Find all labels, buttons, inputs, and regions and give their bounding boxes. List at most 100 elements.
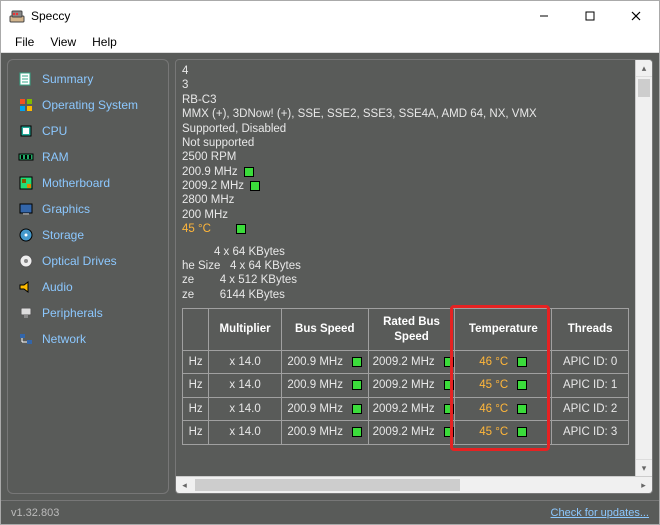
check-updates-link[interactable]: Check for updates...: [551, 507, 649, 519]
sidebar-item-label: Summary: [42, 72, 93, 86]
info-clock-1: 200.9 MHz: [182, 165, 629, 179]
info-temp: 45 °C: [182, 222, 629, 236]
temp-chip-icon: [517, 427, 527, 437]
cell-temp: 46 °C: [455, 397, 552, 420]
ram-icon: [18, 149, 34, 165]
cell-rated: 2009.2 MHz: [368, 374, 455, 397]
close-button[interactable]: [613, 1, 659, 31]
info-line: Supported, Disabled: [182, 122, 629, 136]
titlebar: Speccy: [1, 1, 659, 31]
info-cache: ze 6144 KBytes: [182, 288, 629, 302]
menu-help[interactable]: Help: [84, 33, 125, 51]
cell-bus: 200.9 MHz: [281, 351, 368, 374]
cell-rated: 2009.2 MHz: [368, 351, 455, 374]
sidebar-item-label: CPU: [42, 124, 67, 138]
app-icon: [9, 8, 25, 24]
maximize-button[interactable]: [567, 1, 613, 31]
cell-rated: 2009.2 MHz: [368, 421, 455, 444]
menu-view[interactable]: View: [42, 33, 84, 51]
sidebar-item-motherboard[interactable]: Motherboard: [12, 170, 164, 196]
info-cache: ze 4 x 512 KBytes: [182, 273, 629, 287]
sidebar-item-graphics[interactable]: Graphics: [12, 196, 164, 222]
motherboard-icon: [18, 175, 34, 191]
info-line: 3: [182, 78, 629, 92]
temp-chip-icon: [352, 380, 362, 390]
horizontal-scrollbar[interactable]: ◂ ▸: [176, 476, 652, 493]
info-clock-2: 2009.2 MHz: [182, 179, 629, 193]
scroll-up-arrow-icon[interactable]: ▴: [636, 60, 652, 77]
sidebar-item-summary[interactable]: Summary: [12, 66, 164, 92]
sidebar-item-peripherals[interactable]: Peripherals: [12, 300, 164, 326]
network-icon: [18, 331, 34, 347]
scroll-thumb[interactable]: [638, 79, 650, 97]
os-icon: [18, 97, 34, 113]
main-area: Summary Operating System CPU RAM Motherb…: [1, 53, 659, 500]
cell-hz: Hz: [183, 351, 209, 374]
sidebar-item-storage[interactable]: Storage: [12, 222, 164, 248]
info-clock-4: 200 MHz: [182, 208, 629, 222]
temp-chip-icon: [444, 357, 454, 367]
sidebar-item-label: RAM: [42, 150, 69, 164]
vertical-scrollbar[interactable]: ▴ ▾: [635, 60, 652, 476]
sidebar-item-network[interactable]: Network: [12, 326, 164, 352]
info-line: 4: [182, 64, 629, 78]
cell-temp: 46 °C: [455, 351, 552, 374]
table-row[interactable]: Hz x 14.0 200.9 MHz 2009.2 MHz 45 °C API…: [183, 421, 629, 444]
cell-mult: x 14.0: [209, 351, 282, 374]
storage-icon: [18, 227, 34, 243]
sidebar-item-ram[interactable]: RAM: [12, 144, 164, 170]
table-row[interactable]: Hz x 14.0 200.9 MHz 2009.2 MHz 46 °C API…: [183, 351, 629, 374]
temp-chip-icon: [517, 404, 527, 414]
minimize-button[interactable]: [521, 1, 567, 31]
cpu-icon: [18, 123, 34, 139]
statusbar: v1.32.803 Check for updates...: [1, 500, 659, 524]
info-cache: he Size 4 x 64 KBytes: [182, 259, 629, 273]
col-rated-bus-speed: Rated Bus Speed: [368, 309, 455, 351]
temp-chip-icon: [517, 357, 527, 367]
sidebar-item-audio[interactable]: Audio: [12, 274, 164, 300]
info-clock-3: 2800 MHz: [182, 193, 629, 207]
temp-chip-icon: [444, 404, 454, 414]
info-line: RB-C3: [182, 93, 629, 107]
content-wrap: 4 3 RB-C3 MMX (+), 3DNow! (+), SSE, SSE2…: [175, 59, 653, 494]
cell-temp: 45 °C: [455, 421, 552, 444]
scroll-down-arrow-icon[interactable]: ▾: [636, 459, 652, 476]
sidebar-item-label: Operating System: [42, 98, 138, 112]
cell-mult: x 14.0: [209, 374, 282, 397]
sidebar-item-label: Motherboard: [42, 176, 110, 190]
sidebar: Summary Operating System CPU RAM Motherb…: [7, 59, 169, 494]
table-row[interactable]: Hz x 14.0 200.9 MHz 2009.2 MHz 46 °C API…: [183, 397, 629, 420]
info-line: 2500 RPM: [182, 150, 629, 164]
menu-file[interactable]: File: [7, 33, 42, 51]
graphics-icon: [18, 201, 34, 217]
col-multiplier: Multiplier: [209, 309, 282, 351]
col-threads: Threads: [552, 309, 629, 351]
sidebar-item-os[interactable]: Operating System: [12, 92, 164, 118]
temp-chip-icon: [444, 380, 454, 390]
temp-chip-icon: [352, 357, 362, 367]
cores-table: Multiplier Bus Speed Rated Bus Speed Tem…: [182, 308, 629, 445]
cores-table-area: Multiplier Bus Speed Rated Bus Speed Tem…: [182, 308, 629, 445]
scroll-right-arrow-icon[interactable]: ▸: [635, 477, 652, 493]
scroll-left-arrow-icon[interactable]: ◂: [176, 477, 193, 493]
col-blank: [183, 309, 209, 351]
sidebar-item-label: Storage: [42, 228, 84, 242]
cell-threads: APIC ID: 3: [552, 421, 629, 444]
scroll-track[interactable]: [636, 77, 652, 459]
summary-icon: [18, 71, 34, 87]
peripherals-icon: [18, 305, 34, 321]
sidebar-item-optical[interactable]: Optical Drives: [12, 248, 164, 274]
scroll-track[interactable]: [193, 477, 635, 493]
cell-bus: 200.9 MHz: [281, 374, 368, 397]
col-bus-speed: Bus Speed: [281, 309, 368, 351]
content-panel: 4 3 RB-C3 MMX (+), 3DNow! (+), SSE, SSE2…: [175, 59, 653, 494]
scroll-thumb[interactable]: [195, 479, 460, 491]
version-text: v1.32.803: [11, 507, 59, 519]
table-row[interactable]: Hz x 14.0 200.9 MHz 2009.2 MHz 45 °C API…: [183, 374, 629, 397]
sidebar-item-label: Optical Drives: [42, 254, 117, 268]
sidebar-item-label: Audio: [42, 280, 73, 294]
cell-hz: Hz: [183, 421, 209, 444]
sidebar-item-cpu[interactable]: CPU: [12, 118, 164, 144]
cell-threads: APIC ID: 2: [552, 397, 629, 420]
audio-icon: [18, 279, 34, 295]
